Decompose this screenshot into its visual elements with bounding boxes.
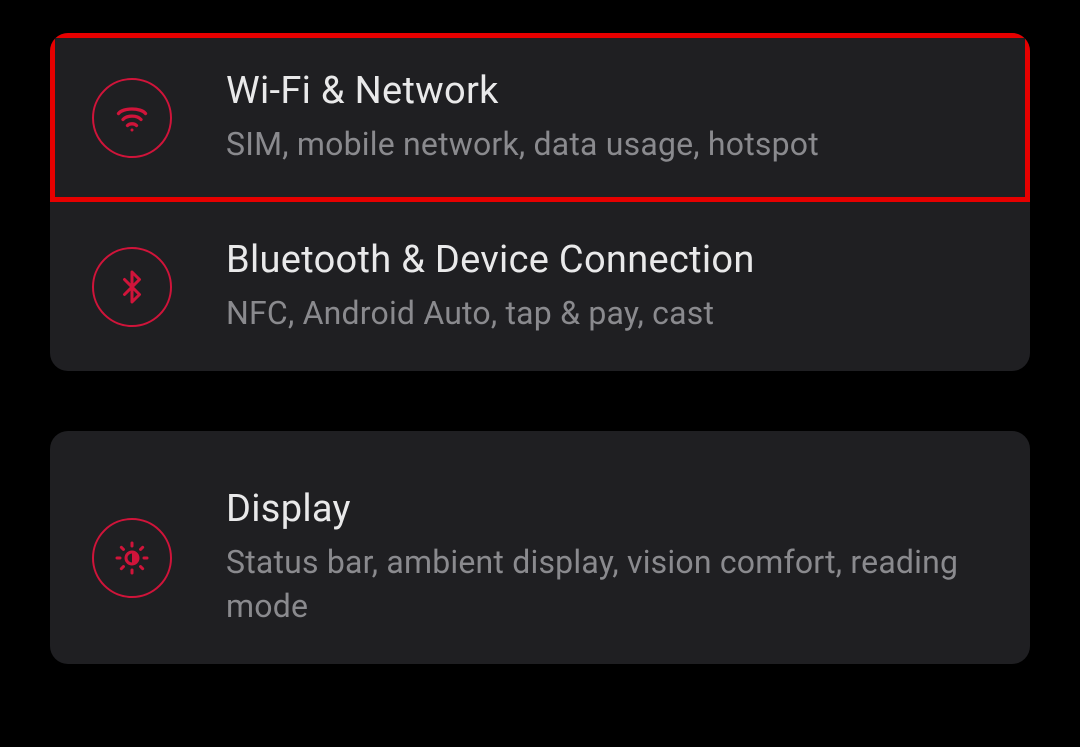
bluetooth-icon [92, 247, 172, 327]
brightness-icon [92, 518, 172, 598]
settings-group-display: Display Status bar, ambient display, vis… [50, 431, 1030, 663]
wifi-icon [92, 78, 172, 158]
settings-item-text: Bluetooth & Device Connection NFC, Andro… [226, 238, 755, 335]
settings-item-bluetooth[interactable]: Bluetooth & Device Connection NFC, Andro… [50, 202, 1030, 371]
settings-item-wifi-network[interactable]: Wi-Fi & Network SIM, mobile network, dat… [50, 33, 1030, 202]
settings-item-subtitle: NFC, Android Auto, tap & pay, cast [226, 292, 755, 335]
settings-item-display[interactable]: Display Status bar, ambient display, vis… [50, 451, 1030, 663]
settings-item-title: Bluetooth & Device Connection [226, 238, 755, 282]
settings-item-title: Display [226, 487, 994, 531]
settings-item-text: Display Status bar, ambient display, vis… [226, 487, 994, 627]
settings-group-connectivity: Wi-Fi & Network SIM, mobile network, dat… [50, 33, 1030, 371]
settings-item-subtitle: Status bar, ambient display, vision comf… [226, 541, 994, 627]
settings-item-title: Wi-Fi & Network [226, 69, 819, 113]
settings-item-text: Wi-Fi & Network SIM, mobile network, dat… [226, 69, 819, 166]
settings-item-subtitle: SIM, mobile network, data usage, hotspot [226, 123, 819, 166]
